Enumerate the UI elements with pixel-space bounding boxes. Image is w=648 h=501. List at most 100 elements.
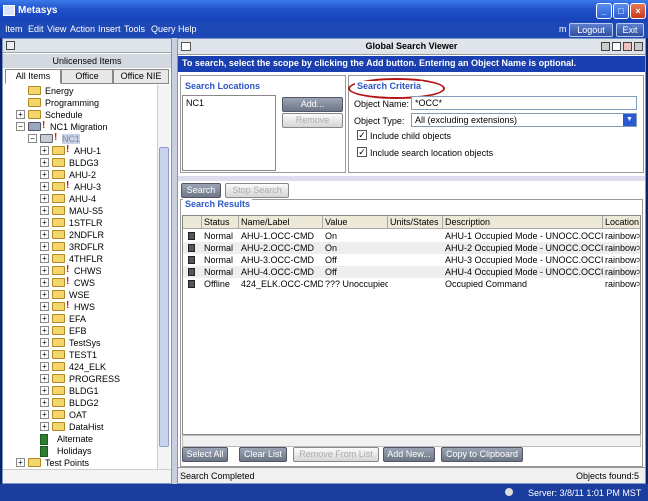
tab-all-items[interactable]: All Items bbox=[5, 69, 61, 84]
tree-item[interactable]: + DataHist bbox=[3, 421, 157, 433]
menu-item[interactable]: Insert bbox=[98, 24, 121, 34]
expand-icon[interactable]: + bbox=[40, 242, 49, 251]
collapse-icon[interactable]: − bbox=[16, 122, 25, 131]
expand-icon[interactable]: + bbox=[40, 170, 49, 179]
column-header[interactable]: Name/Label bbox=[239, 216, 323, 229]
select-all-button[interactable]: Select All bbox=[182, 447, 228, 462]
expand-icon[interactable]: + bbox=[40, 146, 49, 155]
tab-office-nie[interactable]: Office NIE bbox=[113, 69, 169, 84]
menu-item[interactable]: Tools bbox=[124, 24, 145, 34]
tab-office[interactable]: Office bbox=[61, 69, 113, 84]
clear-list-button[interactable]: Clear List bbox=[239, 447, 287, 462]
tree-item[interactable]: −! NC1 Migration bbox=[3, 120, 157, 133]
lock-icon[interactable] bbox=[601, 42, 610, 51]
tree-item[interactable]: + AHU-2 bbox=[3, 169, 157, 181]
tree-item[interactable]: + PROGRESS bbox=[3, 373, 157, 385]
tree-item[interactable]: + BLDG1 bbox=[3, 385, 157, 397]
expand-icon[interactable]: + bbox=[16, 458, 25, 467]
tree-item[interactable]: +2NDFLR bbox=[3, 229, 157, 241]
tree-item[interactable]: −! NC1 bbox=[3, 132, 157, 145]
maximize-button[interactable]: □ bbox=[613, 3, 629, 19]
expand-icon[interactable]: + bbox=[40, 398, 49, 407]
close-icon[interactable] bbox=[623, 42, 632, 51]
collapse-icon[interactable]: − bbox=[28, 134, 37, 143]
search-results-table[interactable]: Status Name/Label Value Units/States Descrip… bbox=[182, 215, 641, 435]
column-header[interactable]: Units/States bbox=[388, 216, 443, 229]
tree-item[interactable]: +! HWS bbox=[3, 300, 157, 313]
navigation-tree[interactable]: Energy Programming + Schedule −! NC1 Migratio… bbox=[3, 85, 157, 469]
tree-item[interactable]: + TEST1 bbox=[3, 349, 157, 361]
tree-item[interactable]: + Test Points bbox=[3, 457, 157, 469]
remove-location-button[interactable]: Remove bbox=[282, 113, 343, 128]
expand-icon[interactable]: + bbox=[40, 230, 49, 239]
expand-icon[interactable]: + bbox=[40, 218, 49, 227]
tree-item[interactable]: +! CWS bbox=[3, 276, 157, 289]
chevron-down-icon[interactable]: ▼ bbox=[623, 114, 636, 126]
expand-icon[interactable]: + bbox=[40, 350, 49, 359]
object-type-select[interactable]: All (excluding extensions) ▼ bbox=[411, 113, 637, 127]
search-button[interactable]: Search bbox=[181, 183, 221, 198]
tree-item[interactable]: +424_ELK bbox=[3, 361, 157, 373]
tree-item[interactable]: +4THFLR bbox=[3, 253, 157, 265]
tree-item[interactable]: +! CHWS bbox=[3, 264, 157, 277]
unlicensed-items[interactable]: Unlicensed Items bbox=[3, 54, 171, 68]
menu-item[interactable]: Query bbox=[151, 24, 176, 34]
add-location-button[interactable]: Add... bbox=[282, 97, 343, 112]
tree-item[interactable]: Energy bbox=[3, 85, 157, 97]
column-header[interactable]: Description bbox=[443, 216, 603, 229]
menu-item[interactable]: Action bbox=[70, 24, 95, 34]
object-name-input[interactable]: *OCC* bbox=[411, 96, 637, 110]
exit-button[interactable]: Exit bbox=[616, 23, 644, 37]
tree-horizontal-scrollbar[interactable] bbox=[3, 469, 171, 483]
tree-item[interactable]: +! AHU-3 bbox=[3, 180, 157, 193]
tree-item[interactable]: + EFB bbox=[3, 325, 157, 337]
expand-icon[interactable]: + bbox=[40, 422, 49, 431]
restore-icon[interactable] bbox=[612, 42, 621, 51]
close-button[interactable]: × bbox=[630, 3, 646, 19]
stop-search-button[interactable]: Stop Search bbox=[225, 183, 289, 198]
column-header[interactable]: Value bbox=[323, 216, 388, 229]
expand-icon[interactable]: + bbox=[40, 386, 49, 395]
include-child-checkbox[interactable]: ✓ bbox=[357, 130, 367, 140]
expand-icon[interactable]: + bbox=[40, 254, 49, 263]
tree-item[interactable]: Alternate bbox=[3, 433, 157, 445]
tree-item[interactable]: + Schedule bbox=[3, 109, 157, 121]
expand-icon[interactable]: + bbox=[16, 110, 25, 119]
expand-icon[interactable]: + bbox=[40, 206, 49, 215]
expand-icon[interactable]: + bbox=[40, 266, 49, 275]
expand-icon[interactable]: + bbox=[40, 362, 49, 371]
menu-item[interactable]: Help bbox=[178, 24, 197, 34]
menu-item[interactable]: View bbox=[47, 24, 66, 34]
tree-item[interactable]: + OAT bbox=[3, 409, 157, 421]
expand-icon[interactable]: + bbox=[40, 278, 49, 287]
add-new-button[interactable]: Add New... bbox=[383, 447, 435, 462]
expand-icon[interactable]: + bbox=[40, 182, 49, 191]
tree-item[interactable]: +! AHU-1 bbox=[3, 144, 157, 157]
include-location-checkbox[interactable]: ✓ bbox=[357, 147, 367, 157]
tree-item[interactable]: Programming bbox=[3, 97, 157, 109]
column-header[interactable]: Location bbox=[603, 216, 640, 229]
tree-item[interactable]: +1STFLR bbox=[3, 217, 157, 229]
menu-item[interactable]: Item bbox=[5, 24, 23, 34]
remove-from-list-button[interactable]: Remove From List bbox=[293, 447, 379, 462]
tree-item[interactable]: + BLDG3 bbox=[3, 157, 157, 169]
float-icon[interactable] bbox=[634, 42, 643, 51]
tree-item[interactable]: + BLDG2 bbox=[3, 397, 157, 409]
expand-icon[interactable]: + bbox=[40, 302, 49, 311]
results-horizontal-scrollbar[interactable] bbox=[182, 435, 641, 447]
tree-item[interactable]: + AHU-4 bbox=[3, 193, 157, 205]
expand-icon[interactable]: + bbox=[40, 410, 49, 419]
copy-to-clipboard-button[interactable]: Copy to Clipboard bbox=[441, 447, 523, 462]
tree-item[interactable]: Holidays bbox=[3, 445, 157, 457]
menu-item[interactable]: Edit bbox=[28, 24, 44, 34]
tree-item[interactable]: + EFA bbox=[3, 313, 157, 325]
column-header[interactable]: Status bbox=[202, 216, 239, 229]
minimize-button[interactable]: _ bbox=[596, 3, 612, 19]
expand-icon[interactable]: + bbox=[40, 326, 49, 335]
search-locations-list[interactable]: NC1 bbox=[182, 95, 276, 171]
expand-icon[interactable]: + bbox=[40, 290, 49, 299]
scroll-thumb[interactable] bbox=[159, 147, 169, 447]
tree-item[interactable]: + TestSys bbox=[3, 337, 157, 349]
section-divider[interactable] bbox=[178, 176, 645, 181]
tree-item[interactable]: + MAU-S5 bbox=[3, 205, 157, 217]
